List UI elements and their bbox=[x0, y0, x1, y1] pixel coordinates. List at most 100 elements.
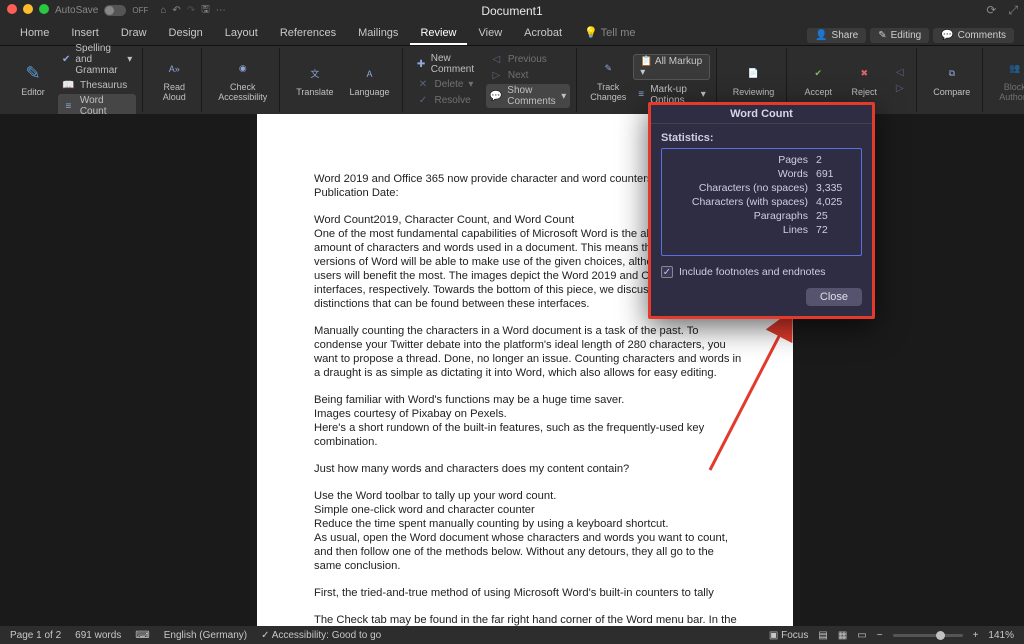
maximize-window-icon[interactable] bbox=[39, 4, 49, 14]
language-icon: A bbox=[359, 64, 379, 84]
show-comments-icon: 💬 bbox=[490, 90, 502, 103]
titlebar: AutoSave OFF ⌂ ↶ ↷ 🖫 ⋯ Document1 ⟳ ⤢ bbox=[0, 0, 1024, 22]
reviewing-icon: 📄 bbox=[744, 64, 764, 84]
document-title: Document1 bbox=[481, 4, 542, 18]
pencil-icon: ✎ bbox=[878, 30, 886, 41]
expand-icon[interactable]: ⤢ bbox=[1008, 3, 1018, 18]
spelling-grammar-button[interactable]: ✔Spelling and Grammar ▾ bbox=[58, 42, 136, 77]
stat-value: 3,335 bbox=[816, 181, 851, 195]
show-comments-button[interactable]: 💬Show Comments ▾ bbox=[486, 84, 570, 108]
markup-display-dropdown[interactable]: 📋 All Markup ▾ bbox=[633, 54, 710, 80]
home-icon[interactable]: ⌂ bbox=[160, 5, 166, 16]
markup-icon: ≡ bbox=[637, 88, 645, 101]
new-comment-button[interactable]: ✚New Comment bbox=[413, 52, 482, 76]
share-button[interactable]: 👤Share bbox=[807, 28, 866, 43]
status-bar: Page 1 of 2 691 words ⌨ English (Germany… bbox=[0, 626, 1024, 644]
checkbox-icon: ✓ bbox=[661, 266, 673, 278]
stat-key: Pages bbox=[778, 153, 808, 167]
body-text: Manually counting the characters in a Wo… bbox=[314, 324, 743, 380]
stat-value: 72 bbox=[816, 223, 851, 237]
tab-acrobat[interactable]: Acrobat bbox=[514, 23, 572, 45]
view-print-icon[interactable]: ▤ bbox=[818, 630, 827, 641]
zoom-slider[interactable] bbox=[893, 634, 963, 637]
view-read-icon[interactable]: ▭ bbox=[857, 630, 866, 641]
page-indicator[interactable]: Page 1 of 2 bbox=[10, 630, 61, 641]
editing-button[interactable]: ✎Editing bbox=[870, 28, 929, 43]
accept-button[interactable]: ✔Accept bbox=[797, 62, 839, 99]
previous-icon: ◁ bbox=[490, 53, 503, 66]
block-authors-button[interactable]: 👥Block Authors bbox=[993, 57, 1024, 104]
tab-design[interactable]: Design bbox=[159, 23, 213, 45]
body-text: Being familiar with Word's functions may… bbox=[314, 393, 743, 407]
track-changes-button[interactable]: ✎Track Changes bbox=[587, 57, 629, 104]
reject-icon: ✖ bbox=[854, 64, 874, 84]
include-footnotes-checkbox[interactable]: ✓ Include footnotes and endnotes bbox=[661, 266, 862, 278]
compare-button[interactable]: ⧉Compare bbox=[927, 62, 976, 99]
check-accessibility-button[interactable]: ◉Check Accessibility bbox=[212, 57, 273, 104]
save-icon[interactable]: 🖫 bbox=[201, 2, 210, 19]
zoom-level[interactable]: 141% bbox=[988, 630, 1014, 641]
more-icon[interactable]: ⋯ bbox=[216, 5, 226, 16]
spellcheck-icon: ✔ bbox=[62, 53, 70, 66]
editor-button[interactable]: ✎ Editor bbox=[12, 62, 54, 99]
stat-value: 25 bbox=[816, 209, 851, 223]
sync-icon[interactable]: ⟳ bbox=[986, 3, 996, 18]
previous-comment-button[interactable]: ◁Previous bbox=[486, 52, 570, 67]
accessibility-icon: ◉ bbox=[233, 59, 253, 79]
zoom-in-button[interactable]: + bbox=[973, 630, 979, 641]
word-count-indicator[interactable]: 691 words bbox=[75, 630, 121, 641]
translate-icon: 文 bbox=[305, 64, 325, 84]
redo-icon[interactable]: ↷ bbox=[187, 5, 195, 16]
thesaurus-icon: 📖 bbox=[62, 79, 75, 92]
speaker-icon: A» bbox=[164, 59, 184, 79]
autosave-label: AutoSave bbox=[55, 5, 98, 16]
statistics-label: Statistics: bbox=[661, 132, 862, 144]
wordcount-icon: ≡ bbox=[62, 100, 75, 113]
autosave-toggle[interactable] bbox=[104, 5, 126, 16]
spellcheck-icon[interactable]: ⌨ bbox=[135, 630, 149, 641]
ribbon-tabs: Home Insert Draw Design Layout Reference… bbox=[0, 22, 1024, 46]
tab-references[interactable]: References bbox=[270, 23, 346, 45]
tab-mailings[interactable]: Mailings bbox=[348, 23, 408, 45]
delete-comment-button[interactable]: ✕Delete ▾ bbox=[413, 77, 482, 92]
next-icon: ▷ bbox=[490, 69, 503, 82]
view-web-icon[interactable]: ▦ bbox=[838, 630, 847, 641]
language-indicator[interactable]: English (Germany) bbox=[164, 630, 247, 641]
read-aloud-button[interactable]: A»Read Aloud bbox=[153, 57, 195, 104]
stat-key: Words bbox=[778, 167, 808, 181]
share-icon: 👤 bbox=[815, 30, 827, 41]
accessibility-indicator[interactable]: ✓ Accessibility: Good to go bbox=[261, 630, 381, 641]
reject-button[interactable]: ✖Reject bbox=[843, 62, 885, 99]
close-window-icon[interactable] bbox=[7, 4, 17, 14]
language-button[interactable]: ALanguage bbox=[343, 62, 395, 99]
body-text: The Check tab may be found in the far ri… bbox=[314, 613, 743, 626]
block-icon: 👥 bbox=[1005, 59, 1024, 79]
next-comment-button[interactable]: ▷Next bbox=[486, 68, 570, 83]
stat-value: 2 bbox=[816, 153, 851, 167]
stat-value: 4,025 bbox=[816, 195, 851, 209]
zoom-out-button[interactable]: − bbox=[877, 630, 883, 641]
comments-button[interactable]: 💬Comments bbox=[933, 28, 1014, 43]
stat-value: 691 bbox=[816, 167, 851, 181]
close-button[interactable]: Close bbox=[806, 288, 862, 306]
next-change-button[interactable]: ▷ bbox=[889, 81, 910, 96]
tab-review[interactable]: Review bbox=[410, 23, 466, 45]
focus-button[interactable]: ▣ Focus bbox=[769, 630, 808, 641]
prev-change-button[interactable]: ◁ bbox=[889, 65, 910, 80]
tab-tellme[interactable]: 💡 Tell me bbox=[574, 22, 645, 45]
tab-layout[interactable]: Layout bbox=[215, 23, 268, 45]
reviewing-pane-button[interactable]: 📄Reviewing bbox=[727, 62, 781, 99]
stat-key: Characters (with spaces) bbox=[692, 195, 808, 209]
thesaurus-button[interactable]: 📖Thesaurus bbox=[58, 78, 136, 93]
tab-home[interactable]: Home bbox=[10, 23, 59, 45]
comment-icon: 💬 bbox=[941, 30, 953, 41]
minimize-window-icon[interactable] bbox=[23, 4, 33, 14]
window-controls bbox=[7, 4, 49, 14]
undo-icon[interactable]: ↶ bbox=[172, 5, 180, 16]
stat-key: Paragraphs bbox=[754, 209, 808, 223]
translate-button[interactable]: 文Translate bbox=[290, 62, 339, 99]
editor-icon: ✎ bbox=[23, 64, 43, 84]
resolve-comment-button[interactable]: ✓Resolve bbox=[413, 93, 482, 108]
prev-change-icon: ◁ bbox=[893, 66, 906, 79]
tab-view[interactable]: View bbox=[469, 23, 513, 45]
